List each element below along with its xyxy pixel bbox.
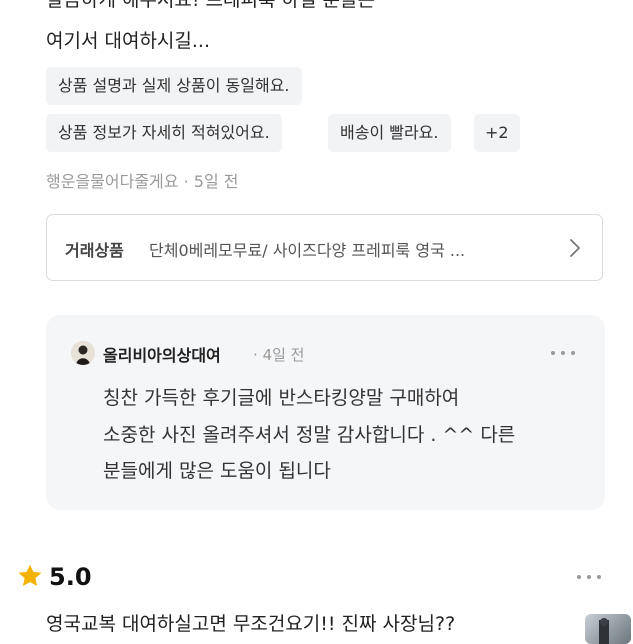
more-tags-button[interactable]: +2 — [474, 114, 520, 152]
product-label: 거래상품 — [65, 241, 124, 260]
chevron-right-icon — [570, 239, 580, 257]
more-dots-icon[interactable] — [549, 349, 579, 357]
reply-time-text: 4일 전 — [262, 346, 305, 364]
avatar-image — [71, 341, 95, 365]
review-text-line: 영국교복 대여하실고면 무조건요기!! 진짜 사장님?? — [46, 613, 456, 635]
review-tag: 상품 정보가 자세히 적혀있어요. — [46, 114, 282, 152]
review-text-line: 여기서 대여하시길... — [46, 30, 210, 52]
star-icon — [18, 564, 42, 587]
review-tag: 배송이 빨라요. — [328, 114, 451, 152]
more-dots-icon[interactable] — [575, 573, 605, 581]
photo-image — [599, 618, 609, 644]
photo-thumbnail[interactable] — [585, 614, 631, 644]
product-title: 단체0베레모무료/ 사이즈다양 프레피룩 영국 ... — [149, 241, 466, 260]
reply-text-line: 소중한 사진 올려주셔서 정말 감사합니다 . ^^ 다른 — [103, 424, 516, 446]
review-meta: 행운을물어다줄게요 · 5일 전 — [46, 168, 238, 192]
reply-time: · 4일 전 — [253, 344, 304, 365]
reply-author[interactable]: 올리비아의상대여 — [103, 342, 221, 366]
seller-reply: 올리비아의상대여 · 4일 전 칭찬 가득한 후기글에 반스타킹양말 구매하여 … — [46, 315, 605, 510]
review-text-line: 깔끔하게 해주셔요! 프레피룩 하실 분들은 — [46, 0, 375, 11]
review-author[interactable]: 행운을물어다줄게요 — [46, 172, 178, 191]
avatar[interactable] — [71, 341, 95, 365]
traded-product-card[interactable]: 거래상품 단체0베레모무료/ 사이즈다양 프레피룩 영국 ... — [46, 214, 603, 281]
meta-separator: · — [253, 346, 258, 364]
meta-separator: · — [183, 172, 189, 191]
review-tag: 상품 설명과 실제 상품이 동일해요. — [46, 67, 302, 105]
reply-text-line: 분들에게 많은 도움이 됩니다 — [103, 460, 331, 482]
reply-text-line: 칭찬 가득한 후기글에 반스타킹양말 구매하여 — [103, 387, 460, 409]
rating-value: 5.0 — [49, 563, 92, 591]
review-time: 5일 전 — [193, 172, 239, 191]
